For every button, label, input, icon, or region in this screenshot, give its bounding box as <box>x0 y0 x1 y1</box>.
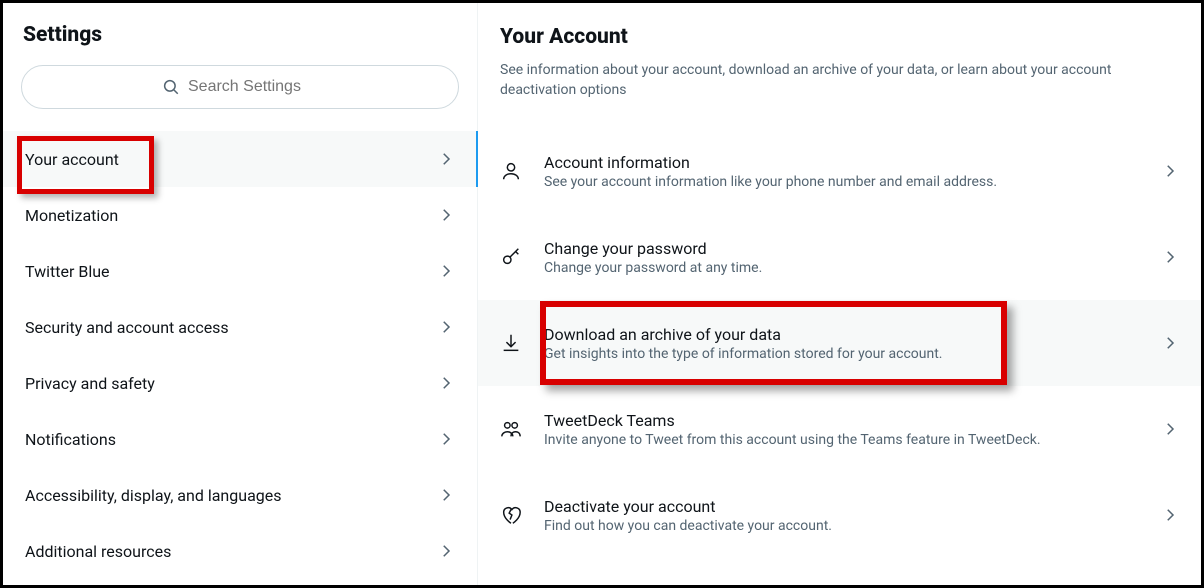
key-icon <box>500 246 522 268</box>
chevron-right-icon <box>437 430 455 448</box>
sidebar-title: Settings <box>23 23 457 47</box>
search-icon <box>162 78 180 96</box>
option-tweetdeck-teams[interactable]: TweetDeck Teams Invite anyone to Tweet f… <box>478 386 1201 472</box>
chevron-right-icon <box>437 206 455 224</box>
option-account-information[interactable]: Account information See your account inf… <box>478 128 1201 214</box>
page-description: See information about your account, down… <box>500 61 1179 100</box>
option-subtitle: Find out how you can deactivate your acc… <box>544 518 1139 534</box>
chevron-right-icon <box>1161 334 1179 352</box>
chevron-right-icon <box>437 150 455 168</box>
option-subtitle: Get insights into the type of informatio… <box>544 346 1139 362</box>
option-title: Change your password <box>544 239 1139 258</box>
sidebar-item-label: Twitter Blue <box>25 262 110 281</box>
sidebar-item-label: Privacy and safety <box>25 374 155 393</box>
page-title: Your Account <box>500 25 1179 49</box>
chevron-right-icon <box>437 542 455 560</box>
chevron-right-icon <box>437 374 455 392</box>
option-subtitle: See your account information like your p… <box>544 174 1139 190</box>
sidebar-item-additional-resources[interactable]: Additional resources <box>3 523 477 579</box>
option-text: Account information See your account inf… <box>544 153 1139 190</box>
option-title: Account information <box>544 153 1139 172</box>
chevron-right-icon <box>1161 420 1179 438</box>
chevron-right-icon <box>1161 162 1179 180</box>
chevron-right-icon <box>1161 506 1179 524</box>
chevron-right-icon <box>1161 248 1179 266</box>
main-panel: Your Account See information about your … <box>478 3 1201 585</box>
sidebar-item-label: Accessibility, display, and languages <box>25 486 282 505</box>
people-icon <box>500 418 522 440</box>
sidebar-item-label: Monetization <box>25 206 118 225</box>
search-settings-field[interactable] <box>21 65 459 109</box>
option-title: TweetDeck Teams <box>544 411 1139 430</box>
option-text: TweetDeck Teams Invite anyone to Tweet f… <box>544 411 1139 448</box>
sidebar-item-security-access[interactable]: Security and account access <box>3 299 477 355</box>
sidebar-item-monetization[interactable]: Monetization <box>3 187 477 243</box>
sidebar-item-label: Security and account access <box>25 318 229 337</box>
option-title: Download an archive of your data <box>544 325 1139 344</box>
option-change-password[interactable]: Change your password Change your passwor… <box>478 214 1201 300</box>
settings-nav: Your account Monetization Twitter Blue S… <box>3 131 477 579</box>
sidebar-item-notifications[interactable]: Notifications <box>3 411 477 467</box>
search-container <box>21 65 459 109</box>
option-text: Change your password Change your passwor… <box>544 239 1139 276</box>
sidebar-item-label: Additional resources <box>25 542 171 561</box>
option-title: Deactivate your account <box>544 497 1139 516</box>
sidebar-item-privacy-safety[interactable]: Privacy and safety <box>3 355 477 411</box>
option-text: Deactivate your account Find out how you… <box>544 497 1139 534</box>
chevron-right-icon <box>437 318 455 336</box>
heartbreak-icon <box>500 504 522 526</box>
sidebar-item-label: Notifications <box>25 430 116 449</box>
chevron-right-icon <box>437 262 455 280</box>
sidebar-item-accessibility[interactable]: Accessibility, display, and languages <box>3 467 477 523</box>
sidebar-item-twitter-blue[interactable]: Twitter Blue <box>3 243 477 299</box>
option-download-archive[interactable]: Download an archive of your data Get ins… <box>478 300 1201 386</box>
sidebar-item-your-account[interactable]: Your account <box>3 131 477 187</box>
sidebar-item-label: Your account <box>25 150 119 169</box>
option-subtitle: Change your password at any time. <box>544 260 1139 276</box>
person-icon <box>500 160 522 182</box>
option-text: Download an archive of your data Get ins… <box>544 325 1139 362</box>
option-subtitle: Invite anyone to Tweet from this account… <box>544 432 1139 448</box>
download-icon <box>500 332 522 354</box>
option-deactivate-account[interactable]: Deactivate your account Find out how you… <box>478 472 1201 558</box>
chevron-right-icon <box>437 486 455 504</box>
settings-sidebar: Settings Your account Monetization Twitt… <box>3 3 478 585</box>
search-input[interactable] <box>188 78 318 96</box>
